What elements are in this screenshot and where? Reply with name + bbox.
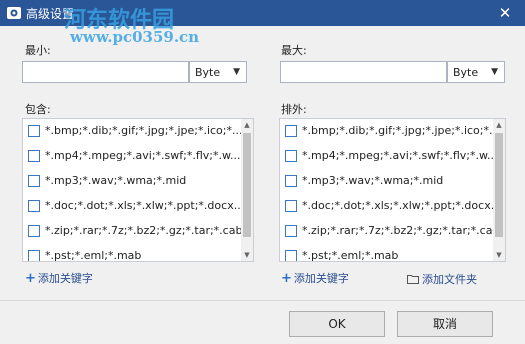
- max-size-label: 最大:: [281, 44, 307, 57]
- list-item-text: *.mp4;*.mpeg;*.avi;*.swf;*.flv;*.w...: [45, 149, 241, 162]
- plus-icon: +: [25, 271, 36, 286]
- list-item-text: *.doc;*.dot;*.xls;*.xlw;*.ppt;*.docx...: [302, 199, 502, 212]
- list-item-text: *.mp3;*.wav;*.wma;*.mid: [302, 174, 444, 187]
- scroll-thumb[interactable]: [243, 133, 251, 237]
- min-size-input[interactable]: [22, 61, 189, 83]
- exclude-add-keyword-button[interactable]: + 添加关键字: [281, 270, 349, 286]
- close-button[interactable]: ✕: [495, 3, 515, 23]
- list-item-text: *.pst;*.eml;*.mab: [45, 249, 142, 262]
- exclude-add-folder-label: 添加文件夹: [422, 273, 477, 286]
- scroll-up-icon[interactable]: ▲: [493, 119, 505, 131]
- list-item[interactable]: *.zip;*.rar;*.7z;*.bz2;*.gz;*.tar;*.cab: [280, 219, 505, 244]
- list-item[interactable]: *.zip;*.rar;*.7z;*.bz2;*.gz;*.tar;*.cab: [23, 219, 253, 244]
- list-item[interactable]: *.mp4;*.mpeg;*.avi;*.swf;*.flv;*.w...: [23, 144, 253, 169]
- exclude-add-keyword-label: 添加关键字: [293, 272, 349, 285]
- max-size-input[interactable]: [280, 61, 447, 83]
- list-item-text: *.bmp;*.dib;*.gif;*.jpg;*.jpe;*.ico;*...: [302, 124, 500, 137]
- scroll-down-icon[interactable]: ▼: [493, 249, 505, 261]
- list-item[interactable]: *.bmp;*.dib;*.gif;*.jpg;*.jpe;*.ico;*...: [23, 119, 253, 144]
- ok-button[interactable]: OK: [289, 311, 385, 337]
- include-scrollbar[interactable]: ▲ ▼: [241, 119, 253, 261]
- window-title: 高级设置: [26, 7, 75, 21]
- plus-icon: +: [281, 271, 292, 286]
- include-list[interactable]: *.bmp;*.dib;*.gif;*.jpg;*.jpe;*.ico;*...…: [22, 118, 254, 262]
- list-item-text: *.zip;*.rar;*.7z;*.bz2;*.gz;*.tar;*.cab: [45, 224, 243, 237]
- list-item-text: *.doc;*.dot;*.xls;*.xlw;*.ppt;*.docx...: [45, 199, 245, 212]
- list-item-text: *.bmp;*.dib;*.gif;*.jpg;*.jpe;*.ico;*...: [45, 124, 243, 137]
- min-size-label: 最小:: [25, 44, 51, 57]
- chevron-down-icon: ▼: [233, 67, 240, 77]
- exclude-scrollbar[interactable]: ▲ ▼: [493, 119, 505, 261]
- exclude-label: 排外:: [281, 103, 307, 116]
- list-item-text: *.pst;*.eml;*.mab: [302, 249, 399, 262]
- list-item[interactable]: *.pst;*.eml;*.mab: [23, 244, 253, 262]
- list-item-text: *.mp4;*.mpeg;*.avi;*.swf;*.flv;*.w...: [302, 149, 498, 162]
- list-item[interactable]: *.mp3;*.wav;*.wma;*.mid: [23, 169, 253, 194]
- watermark-url: www.pc0359.cn: [70, 28, 200, 46]
- include-checkbox[interactable]: [28, 125, 40, 137]
- list-item[interactable]: *.bmp;*.dib;*.gif;*.jpg;*.jpe;*.ico;*...: [280, 119, 505, 144]
- min-unit-value: Byte: [195, 66, 221, 79]
- include-checkbox[interactable]: [28, 250, 40, 261]
- list-item[interactable]: *.doc;*.dot;*.xls;*.xlw;*.ppt;*.docx...: [23, 194, 253, 219]
- max-unit-select[interactable]: Byte ▼: [447, 61, 505, 83]
- include-checkbox[interactable]: [28, 225, 40, 237]
- include-checkbox[interactable]: [28, 200, 40, 212]
- include-add-keyword-button[interactable]: + 添加关键字: [25, 270, 93, 286]
- exclude-add-folder-button[interactable]: 添加文件夹: [407, 271, 477, 287]
- cancel-button[interactable]: 取消: [397, 311, 493, 337]
- chevron-down-icon: ▼: [491, 67, 498, 77]
- list-item-text: *.mp3;*.wav;*.wma;*.mid: [45, 174, 187, 187]
- folder-icon: [407, 275, 419, 284]
- exclude-checkbox[interactable]: [285, 225, 297, 237]
- title-bar: 高级设置 ✕: [0, 0, 525, 26]
- list-item[interactable]: *.pst;*.eml;*.mab: [280, 244, 505, 262]
- include-label: 包含:: [25, 103, 51, 116]
- exclude-checkbox[interactable]: [285, 250, 297, 261]
- exclude-checkbox[interactable]: [285, 125, 297, 137]
- list-item[interactable]: *.doc;*.dot;*.xls;*.xlw;*.ppt;*.docx...: [280, 194, 505, 219]
- list-item[interactable]: *.mp3;*.wav;*.wma;*.mid: [280, 169, 505, 194]
- scroll-down-icon[interactable]: ▼: [241, 249, 253, 261]
- include-checkbox[interactable]: [28, 150, 40, 162]
- scroll-thumb[interactable]: [495, 133, 503, 237]
- min-unit-select[interactable]: Byte ▼: [189, 61, 247, 83]
- exclude-list[interactable]: *.bmp;*.dib;*.gif;*.jpg;*.jpe;*.ico;*...…: [279, 118, 506, 262]
- list-item[interactable]: *.mp4;*.mpeg;*.avi;*.swf;*.flv;*.w...: [280, 144, 505, 169]
- include-checkbox[interactable]: [28, 175, 40, 187]
- include-add-keyword-label: 添加关键字: [37, 272, 93, 285]
- list-item-text: *.zip;*.rar;*.7z;*.bz2;*.gz;*.tar;*.cab: [302, 224, 500, 237]
- close-icon: ✕: [498, 4, 512, 22]
- exclude-checkbox[interactable]: [285, 150, 297, 162]
- dialog-footer: OK 取消: [0, 300, 525, 344]
- exclude-checkbox[interactable]: [285, 175, 297, 187]
- scroll-up-icon[interactable]: ▲: [241, 119, 253, 131]
- app-icon: [7, 7, 21, 19]
- exclude-checkbox[interactable]: [285, 200, 297, 212]
- max-unit-value: Byte: [453, 66, 479, 79]
